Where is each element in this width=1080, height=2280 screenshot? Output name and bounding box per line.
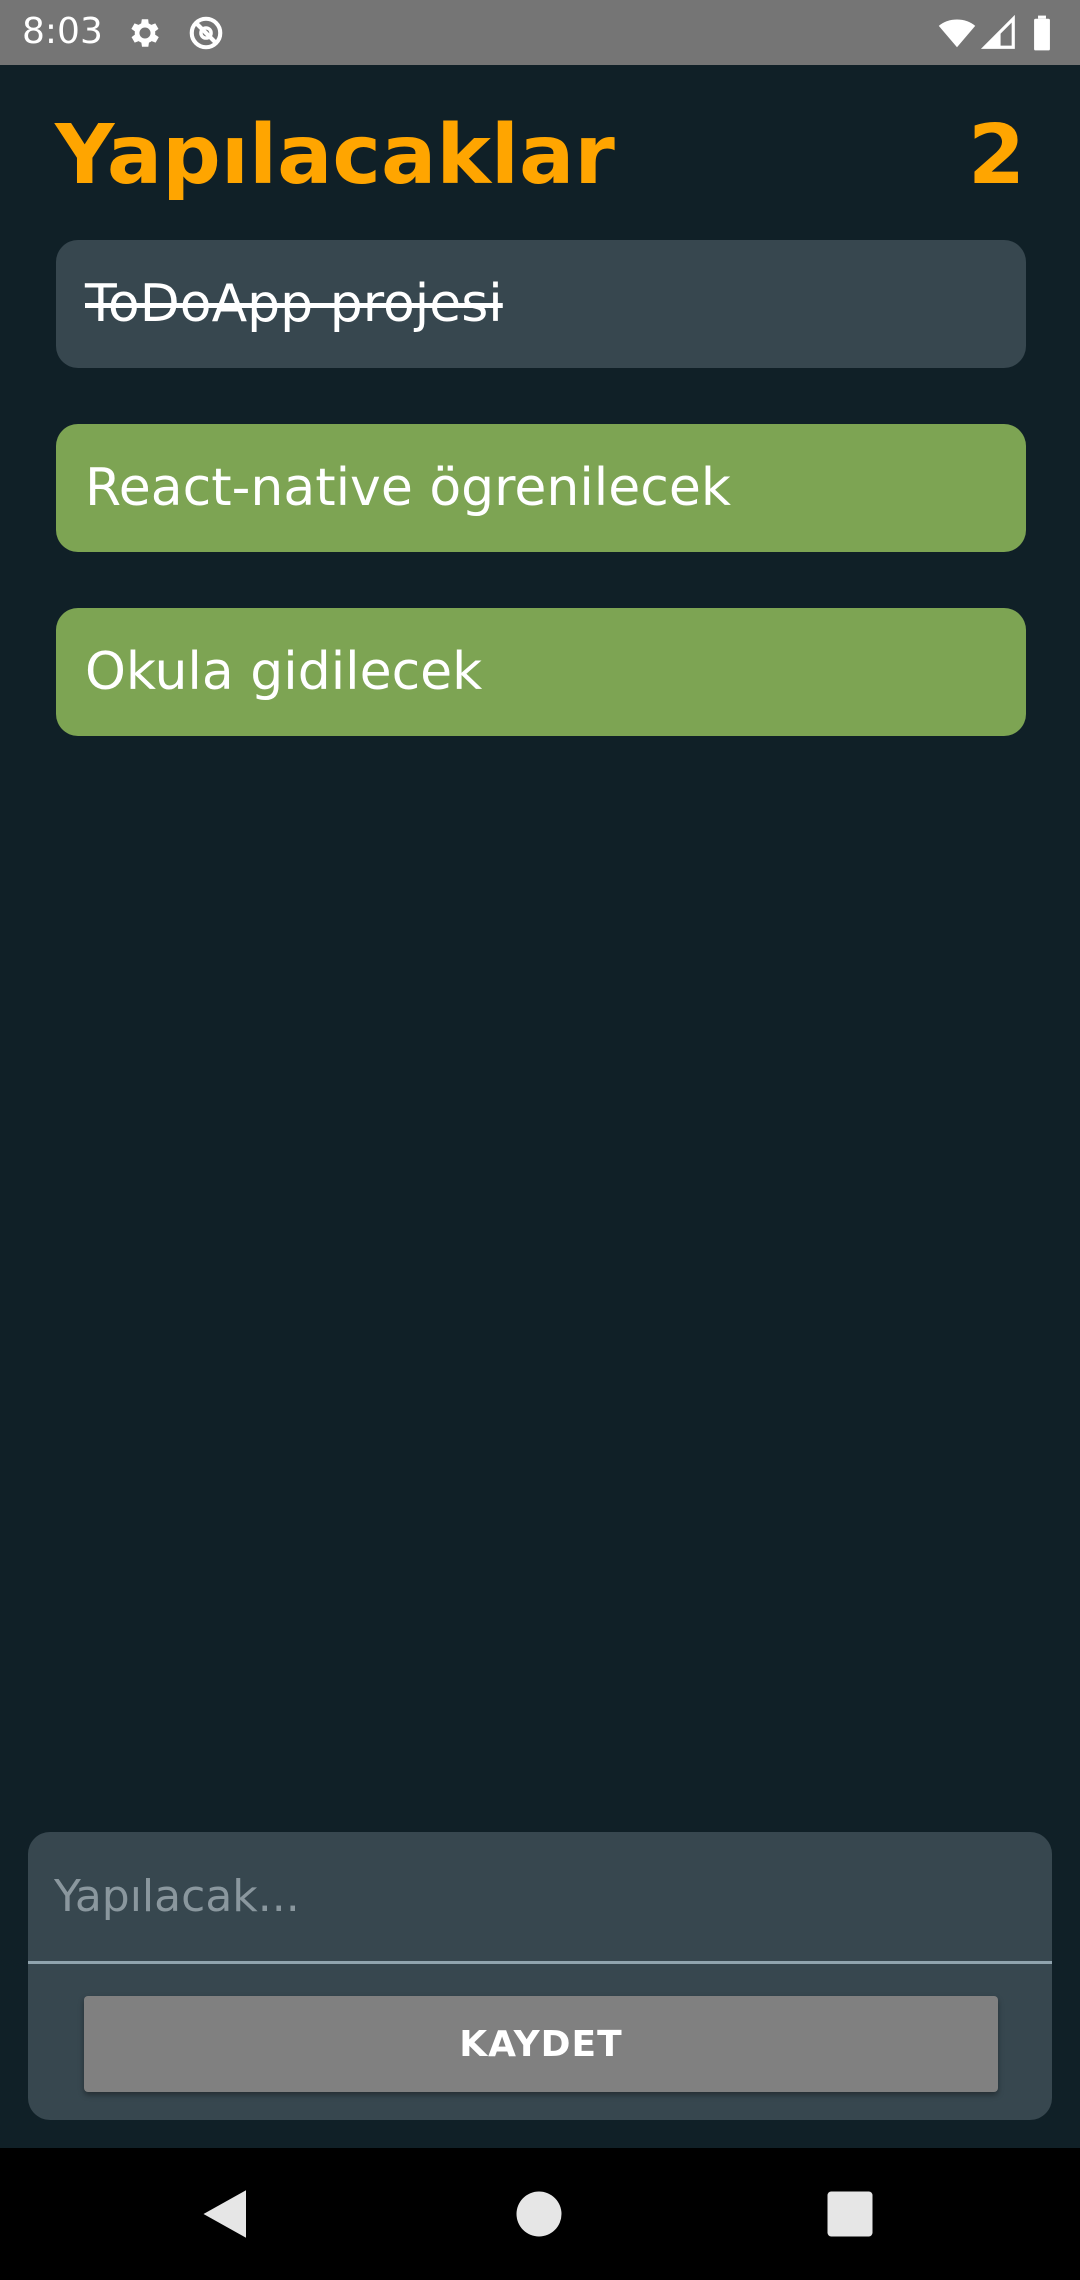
todo-item-text: Okula gidilecek [85,642,483,702]
pending-count: 2 [967,108,1025,203]
cellular-signal-icon [980,14,1018,52]
navigation-bar [0,2148,1080,2280]
todo-item[interactable]: React-native ögrenilecek [56,424,1026,552]
save-button[interactable]: KAYDET [84,1996,998,2092]
todo-item-text: React-native ögrenilecek [85,458,731,518]
todo-item-text: ToDoApp projesi [85,274,503,334]
recents-icon[interactable] [820,2184,880,2244]
status-bar: 8:03 [0,0,1080,65]
back-icon[interactable] [196,2184,256,2244]
todo-list: ToDoApp projesi React-native ögrenilecek… [56,240,1026,792]
status-time: 8:03 [22,11,103,52]
page-title: Yapılacaklar [55,108,615,203]
todo-input[interactable] [28,1832,1052,1964]
home-icon[interactable] [509,2184,569,2244]
todo-item-done[interactable]: ToDoApp projesi [56,240,1026,368]
do-not-disturb-icon [187,14,225,52]
battery-icon [1030,14,1054,52]
todo-item[interactable]: Okula gidilecek [56,608,1026,736]
gear-icon [126,14,164,52]
wifi-icon [938,14,976,52]
add-todo-form: KAYDET [28,1832,1052,2120]
